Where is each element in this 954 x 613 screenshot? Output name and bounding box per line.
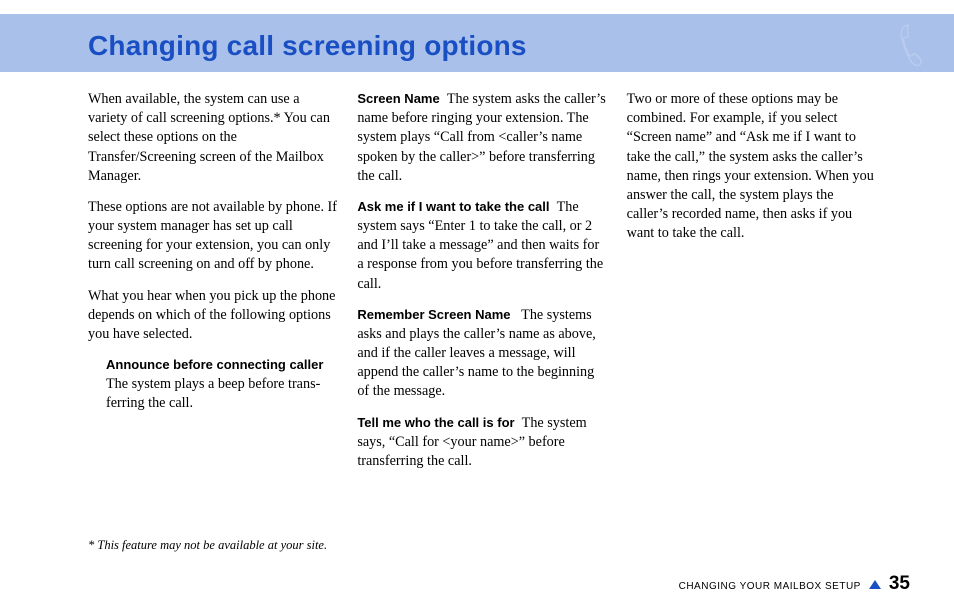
option-label: Screen Name <box>357 91 439 106</box>
option-block: Tell me who the call is for The sys­tem … <box>357 414 608 472</box>
footnote: * This feature may not be available at y… <box>88 538 327 553</box>
option-block: Ask me if I want to take the call The sy… <box>357 198 608 294</box>
page-title: Changing call screening options <box>88 30 527 62</box>
body-paragraph: Two or more of these options may be comb… <box>627 90 878 243</box>
body-columns: When available, the system can use a var… <box>88 90 878 483</box>
column-2: Screen Name The system asks the caller’s… <box>357 90 608 483</box>
option-label: Tell me who the call is for <box>357 415 514 430</box>
option-description: The system plays a beep before trans­fer… <box>106 376 320 411</box>
column-3: Two or more of these options may be comb… <box>627 90 878 483</box>
footer-section-label: CHANGING YOUR MAILBOX SETUP <box>679 581 861 592</box>
body-paragraph: What you hear when you pick up the phone… <box>88 287 339 345</box>
option-label: Remember Screen Name <box>357 307 510 322</box>
page-footer: CHANGING YOUR MAILBOX SETUP 35 <box>679 573 910 595</box>
phone-handset-icon <box>876 22 924 70</box>
body-paragraph: When available, the system can use a var… <box>88 90 339 186</box>
option-block: Screen Name The system asks the caller’s… <box>357 90 608 186</box>
triangle-up-icon <box>869 580 881 589</box>
body-paragraph: These options are not available by phone… <box>88 198 339 275</box>
option-block: Announce before connecting caller The sy… <box>106 356 339 414</box>
option-label: Ask me if I want to take the call <box>357 199 549 214</box>
option-block: Remember Screen Name The sys­tems asks a… <box>357 306 608 402</box>
column-1: When available, the system can use a var… <box>88 90 339 483</box>
page-number: 35 <box>889 573 910 595</box>
option-label: Announce before connecting caller <box>106 357 323 372</box>
